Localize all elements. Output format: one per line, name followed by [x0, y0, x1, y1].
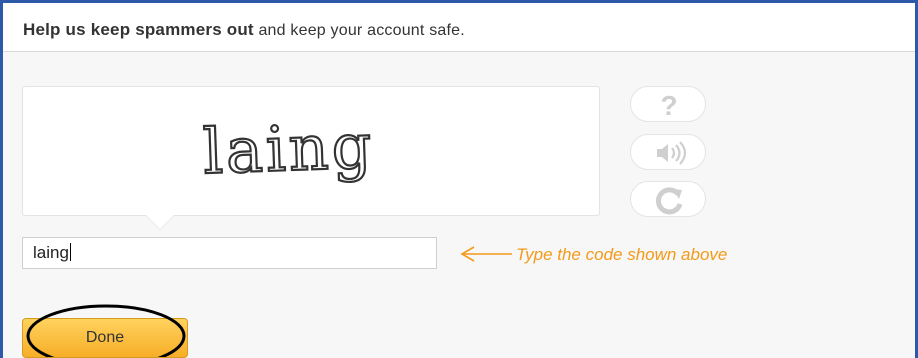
- speaker-icon: [657, 141, 687, 165]
- input-hint: Type the code shown above: [516, 245, 728, 264]
- question-mark-icon: ?: [660, 90, 677, 121]
- captcha-code-input[interactable]: laing: [22, 237, 437, 269]
- done-button[interactable]: Done: [22, 318, 188, 358]
- text-caret: [69, 243, 71, 261]
- captcha-pointer: [146, 215, 174, 229]
- dialog-header: Help us keep spammers out and keep your …: [3, 3, 915, 52]
- captcha-distorted-text: laing: [202, 109, 376, 187]
- captcha-help-button[interactable]: ?: [630, 86, 706, 122]
- refresh-icon: [655, 187, 683, 215]
- captcha-input-value: laing: [33, 243, 69, 262]
- heading-rest-text: and keep your account safe.: [253, 22, 465, 39]
- svg-text:?: ?: [660, 90, 677, 121]
- left-arrow-icon: [460, 246, 512, 262]
- captcha-image: laing: [201, 108, 377, 187]
- heading-bold-text: Help us keep spammers out: [23, 20, 254, 39]
- captcha-audio-button[interactable]: [630, 134, 706, 170]
- captcha-refresh-button[interactable]: [630, 181, 706, 217]
- dialog-heading: Help us keep spammers out and keep your …: [23, 20, 465, 40]
- captcha-image-panel: laing: [22, 86, 600, 216]
